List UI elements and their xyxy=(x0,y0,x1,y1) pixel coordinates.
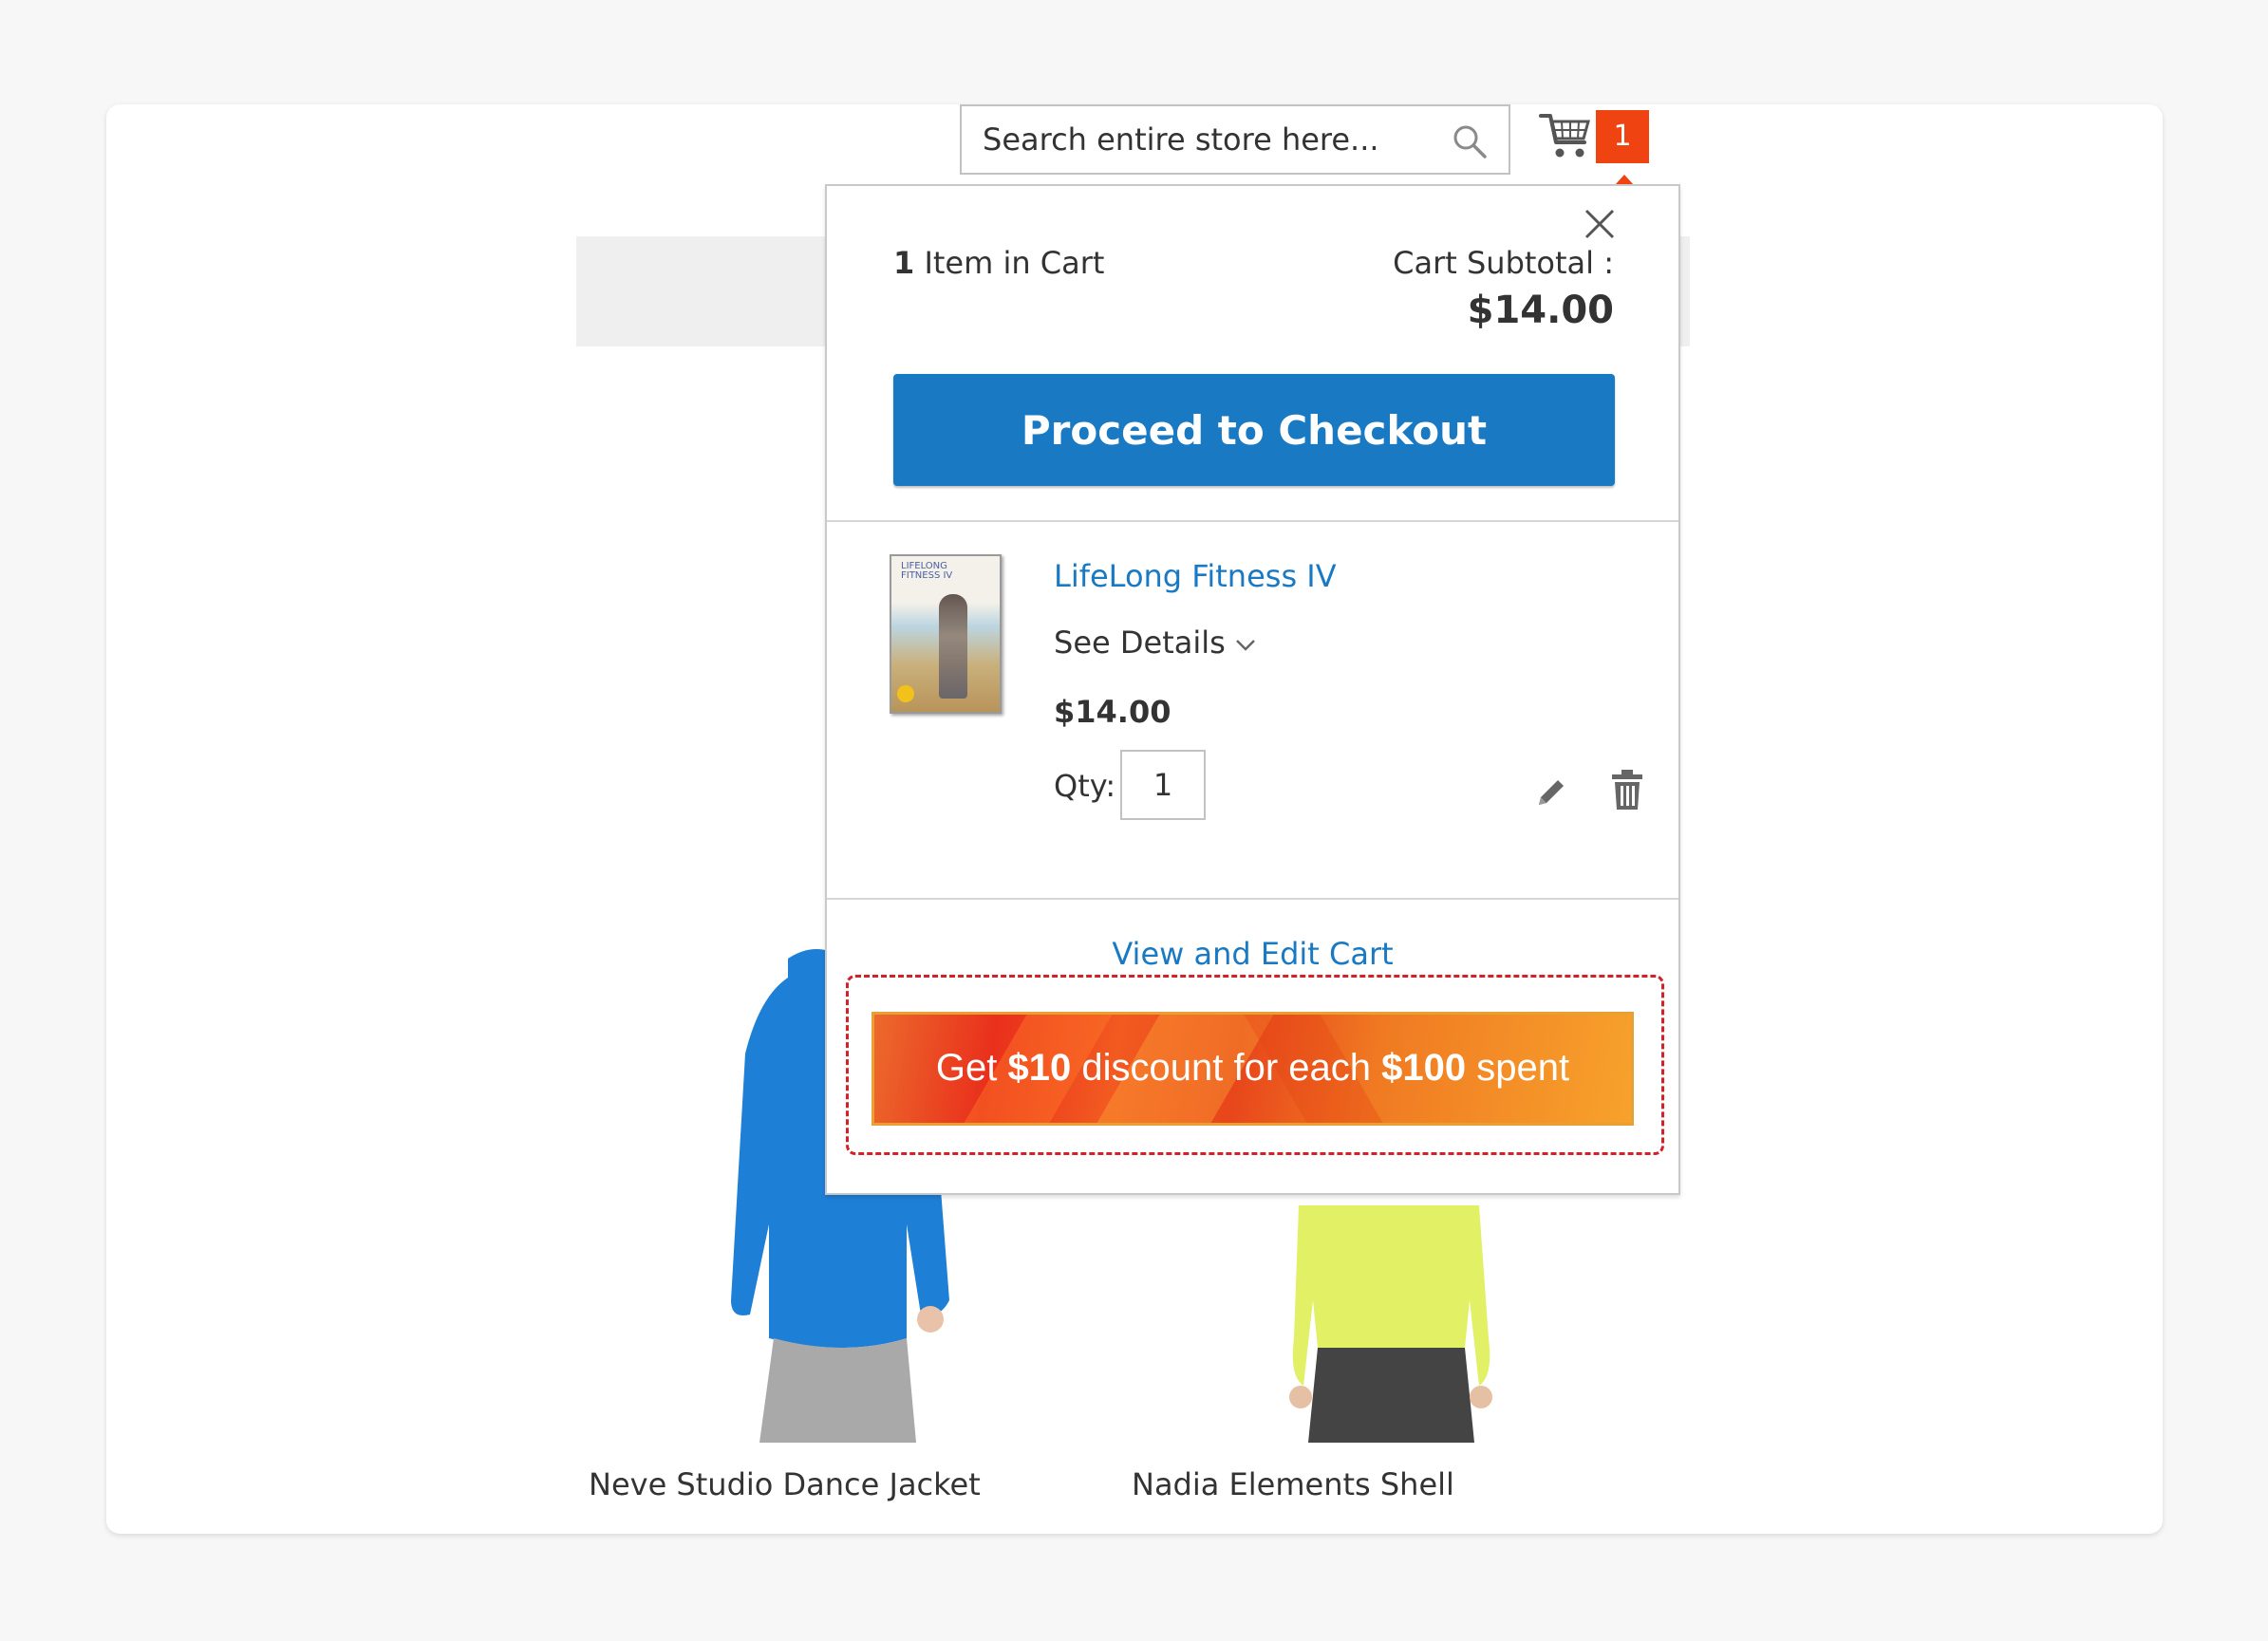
cart-item-name-link[interactable]: LifeLong Fitness IV xyxy=(1054,558,1337,594)
cart-count-badge[interactable]: 1 xyxy=(1596,110,1649,163)
cart-item-price: $14.00 xyxy=(1054,694,1171,730)
promo-text: Get $10 discount for each $100 spent xyxy=(874,1047,1631,1090)
trash-icon[interactable] xyxy=(1610,769,1644,811)
search-input[interactable] xyxy=(962,106,1417,173)
thumbnail-caption: LIFELONG FITNESS IV xyxy=(901,561,953,581)
proceed-to-checkout-button[interactable]: Proceed to Checkout xyxy=(893,374,1615,486)
promo-amount-spent: $100 xyxy=(1381,1047,1467,1089)
qty-label: Qty: xyxy=(1054,768,1116,804)
product-thumbnail[interactable]: LIFELONG FITNESS IV xyxy=(890,554,1002,714)
items-count-label: Item in Cart xyxy=(914,245,1105,281)
promo-suffix: spent xyxy=(1466,1047,1570,1089)
items-count-number: 1 xyxy=(893,245,915,281)
divider xyxy=(827,520,1678,522)
see-details-label: See Details xyxy=(1054,625,1226,661)
thumbnail-figure xyxy=(939,594,967,699)
close-icon[interactable] xyxy=(1581,205,1619,243)
promo-prefix: Get xyxy=(935,1047,1008,1089)
view-and-edit-cart-link[interactable]: View and Edit Cart xyxy=(827,936,1678,972)
promo-middle: discount for each xyxy=(1071,1047,1382,1089)
promo-amount-discount: $10 xyxy=(1007,1047,1072,1089)
cart-icon[interactable] xyxy=(1539,110,1592,161)
chevron-down-icon xyxy=(1235,640,1255,651)
see-details-toggle[interactable]: See Details xyxy=(1054,625,1258,661)
thumbnail-sticker xyxy=(897,685,914,702)
promo-banner[interactable]: Get $10 discount for each $100 spent xyxy=(872,1012,1634,1126)
subtotal-label: Cart Subtotal : xyxy=(1393,245,1614,281)
divider xyxy=(827,898,1678,900)
edit-pencil-icon[interactable] xyxy=(1531,774,1569,812)
search-icon[interactable] xyxy=(1452,123,1488,159)
qty-input[interactable] xyxy=(1120,750,1206,820)
product-image-shell[interactable] xyxy=(1251,1196,1527,1443)
product-name-2[interactable]: Nadia Elements Shell xyxy=(1132,1466,1454,1502)
product-name-1[interactable]: Neve Studio Dance Jacket xyxy=(589,1466,981,1502)
subtotal-value: $14.00 xyxy=(1467,289,1614,332)
search-box xyxy=(960,104,1510,175)
minicart-dropdown: 1 Item in Cart Cart Subtotal : $14.00 Pr… xyxy=(825,184,1680,1195)
cart-items-count: 1 Item in Cart xyxy=(893,245,1104,281)
